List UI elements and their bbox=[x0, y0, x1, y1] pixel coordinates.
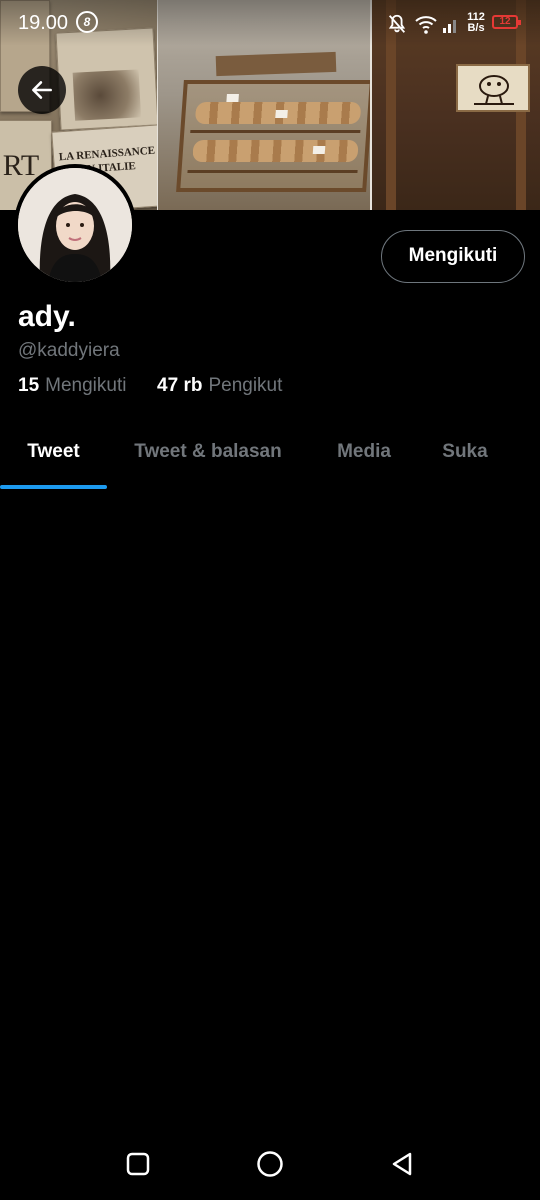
circle-icon bbox=[257, 1151, 283, 1177]
profile-stats: 15 Mengikuti 47 rb Pengikut bbox=[18, 375, 282, 397]
following-stat[interactable]: 15 Mengikuti bbox=[18, 375, 132, 396]
avatar[interactable] bbox=[14, 164, 136, 286]
arrow-left-icon bbox=[32, 81, 52, 99]
followers-stat[interactable]: 47 rb Pengikut bbox=[157, 375, 282, 396]
display-case bbox=[176, 80, 374, 192]
bell-off-icon bbox=[388, 14, 406, 33]
door-sign bbox=[456, 64, 530, 112]
following-button[interactable]: Mengikuti bbox=[381, 230, 525, 283]
status-bar: 19.00 8 112 B/s 12 bbox=[0, 0, 540, 46]
avatar-photo bbox=[18, 168, 132, 282]
tab-tweet-replies[interactable]: Tweet & balasan bbox=[114, 420, 302, 484]
tab-media[interactable]: Media bbox=[318, 420, 410, 484]
profile-display-name: ady. bbox=[18, 300, 76, 333]
home-button[interactable] bbox=[252, 1146, 288, 1182]
network-speed-unit: B/s bbox=[467, 22, 485, 34]
book-side-text: RT bbox=[2, 149, 40, 182]
followers-label: Pengikut bbox=[208, 375, 283, 396]
tab-tweet[interactable]: Tweet bbox=[0, 420, 107, 484]
system-nav-bar bbox=[0, 1128, 540, 1200]
followers-count: 47 rb bbox=[157, 375, 203, 396]
battery-level: 12 bbox=[499, 16, 511, 27]
network-speed: 112 B/s bbox=[466, 12, 486, 34]
tab-likes[interactable]: Suka bbox=[424, 420, 506, 484]
square-icon bbox=[126, 1152, 150, 1176]
triangle-back-icon bbox=[392, 1152, 412, 1176]
battery-icon: 12 bbox=[492, 15, 521, 29]
following-label: Mengikuti bbox=[45, 375, 127, 396]
signal-icon bbox=[443, 20, 456, 33]
wifi-icon bbox=[415, 16, 437, 34]
tab-active-indicator bbox=[0, 485, 107, 489]
profile-handle: @kaddyiera bbox=[18, 340, 120, 361]
cartoon-sign-icon bbox=[474, 75, 514, 105]
following-count: 15 bbox=[18, 375, 40, 396]
recents-button[interactable] bbox=[120, 1146, 156, 1182]
profile-tabs: Tweet Tweet & balasan Media Suka bbox=[0, 420, 540, 488]
status-time: 19.00 bbox=[18, 12, 69, 34]
system-back-button[interactable] bbox=[384, 1146, 420, 1182]
back-button[interactable] bbox=[18, 66, 66, 114]
notification-badge-icon: 8 bbox=[76, 11, 98, 33]
